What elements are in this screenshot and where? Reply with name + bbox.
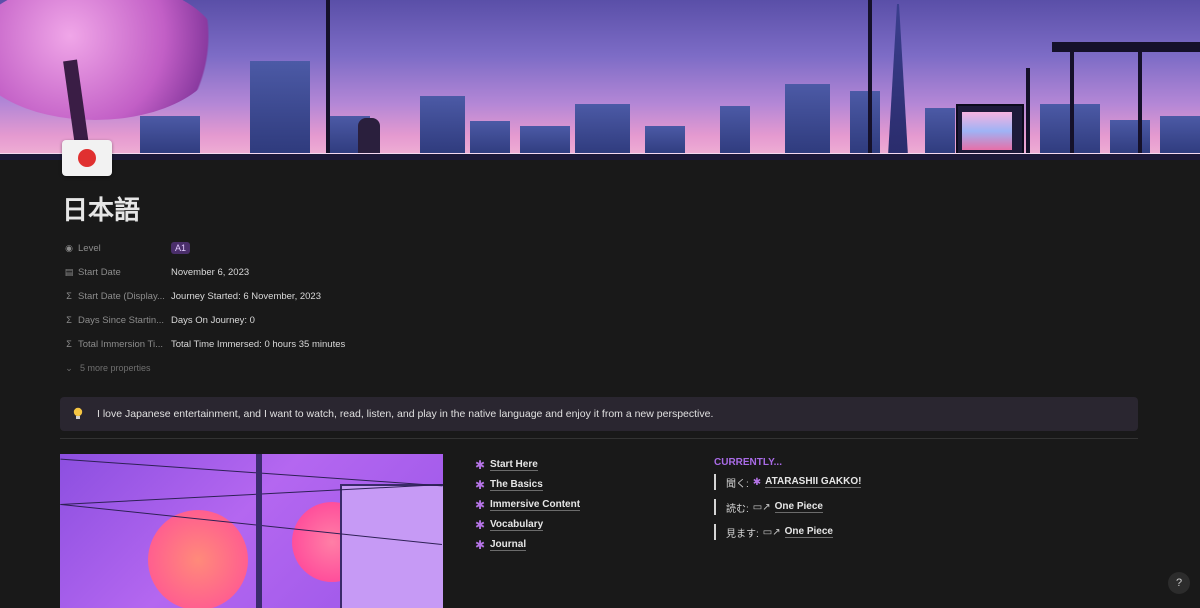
sparkle-icon: ✱ bbox=[475, 498, 486, 512]
link-start-here[interactable]: ✱ Start Here bbox=[475, 455, 580, 475]
sparkle-icon: ✱ bbox=[475, 458, 486, 472]
currently-heading: CURRENTLY... bbox=[714, 457, 782, 468]
status-icon: ◉ bbox=[65, 242, 73, 253]
more-properties-toggle[interactable]: ⌄ 5 more properties bbox=[62, 356, 345, 380]
level-badge[interactable]: A1 bbox=[171, 241, 191, 254]
callout-block[interactable]: I love Japanese entertainment, and I wan… bbox=[60, 397, 1138, 431]
link-the-basics[interactable]: ✱ The Basics bbox=[475, 475, 580, 495]
help-button[interactable]: ? bbox=[1168, 572, 1190, 594]
sparkle-icon: ✱ bbox=[475, 478, 486, 492]
japan-flag-icon[interactable] bbox=[62, 140, 112, 176]
illustration-image bbox=[60, 454, 443, 608]
sparkle-icon: ✱ bbox=[475, 538, 486, 552]
property-total-immersion-time[interactable]: Σ Total Immersion Ti... Total Time Immers… bbox=[62, 332, 345, 356]
cover-image bbox=[0, 0, 1200, 160]
chevron-down-icon: ⌄ bbox=[65, 362, 73, 373]
calendar-icon: ▤ bbox=[64, 266, 74, 277]
link-journal[interactable]: ✱ Journal bbox=[475, 535, 580, 555]
divider bbox=[60, 438, 1138, 439]
navigation-links: ✱ Start Here ✱ The Basics ✱ Immersive Conte… bbox=[475, 455, 581, 555]
property-start-date-display[interactable]: Σ Start Date (Display... Journey Started:… bbox=[62, 284, 345, 308]
currently-watching: 見ます: ▭↗ One Piece bbox=[714, 524, 861, 540]
currently-reading: 読む: ▭↗ One Piece bbox=[714, 499, 861, 515]
link-immersive-content[interactable]: ✱ Immersive Content bbox=[475, 495, 581, 515]
link-vocabulary[interactable]: ✱ Vocabulary bbox=[475, 515, 580, 535]
currently-listening-link[interactable]: ATARASHII GAKKO! bbox=[765, 476, 862, 488]
formula-icon: Σ bbox=[66, 291, 72, 301]
property-days-since-starting[interactable]: Σ Days Since Startin... Days On Journey: … bbox=[62, 308, 345, 332]
currently-listening: 聞く: ✱ ATARASHII GAKKO! bbox=[714, 474, 862, 490]
properties-panel: ◉ Level A1 ▤ Start Date November 6, 2023 Σ… bbox=[62, 236, 345, 380]
sparkle-icon: ✱ bbox=[475, 518, 486, 532]
property-level[interactable]: ◉ Level A1 bbox=[62, 236, 345, 260]
formula-icon: Σ bbox=[66, 339, 72, 349]
page-link-icon: ▭↗ bbox=[752, 501, 771, 513]
formula-icon: Σ bbox=[66, 315, 72, 325]
callout-text: I love Japanese entertainment, and I wan… bbox=[97, 408, 714, 420]
page-title[interactable]: 日本語 bbox=[62, 190, 140, 227]
page-link-icon: ▭↗ bbox=[762, 526, 781, 538]
currently-section: CURRENTLY... 聞く: ✱ ATARASHII GAKKO! 読む: … bbox=[714, 457, 862, 549]
currently-watching-link[interactable]: One Piece bbox=[784, 526, 833, 538]
currently-reading-link[interactable]: One Piece bbox=[774, 501, 823, 513]
sparkle-icon: ✱ bbox=[752, 476, 762, 488]
lightbulb-icon bbox=[69, 405, 87, 423]
property-start-date[interactable]: ▤ Start Date November 6, 2023 bbox=[62, 260, 345, 284]
